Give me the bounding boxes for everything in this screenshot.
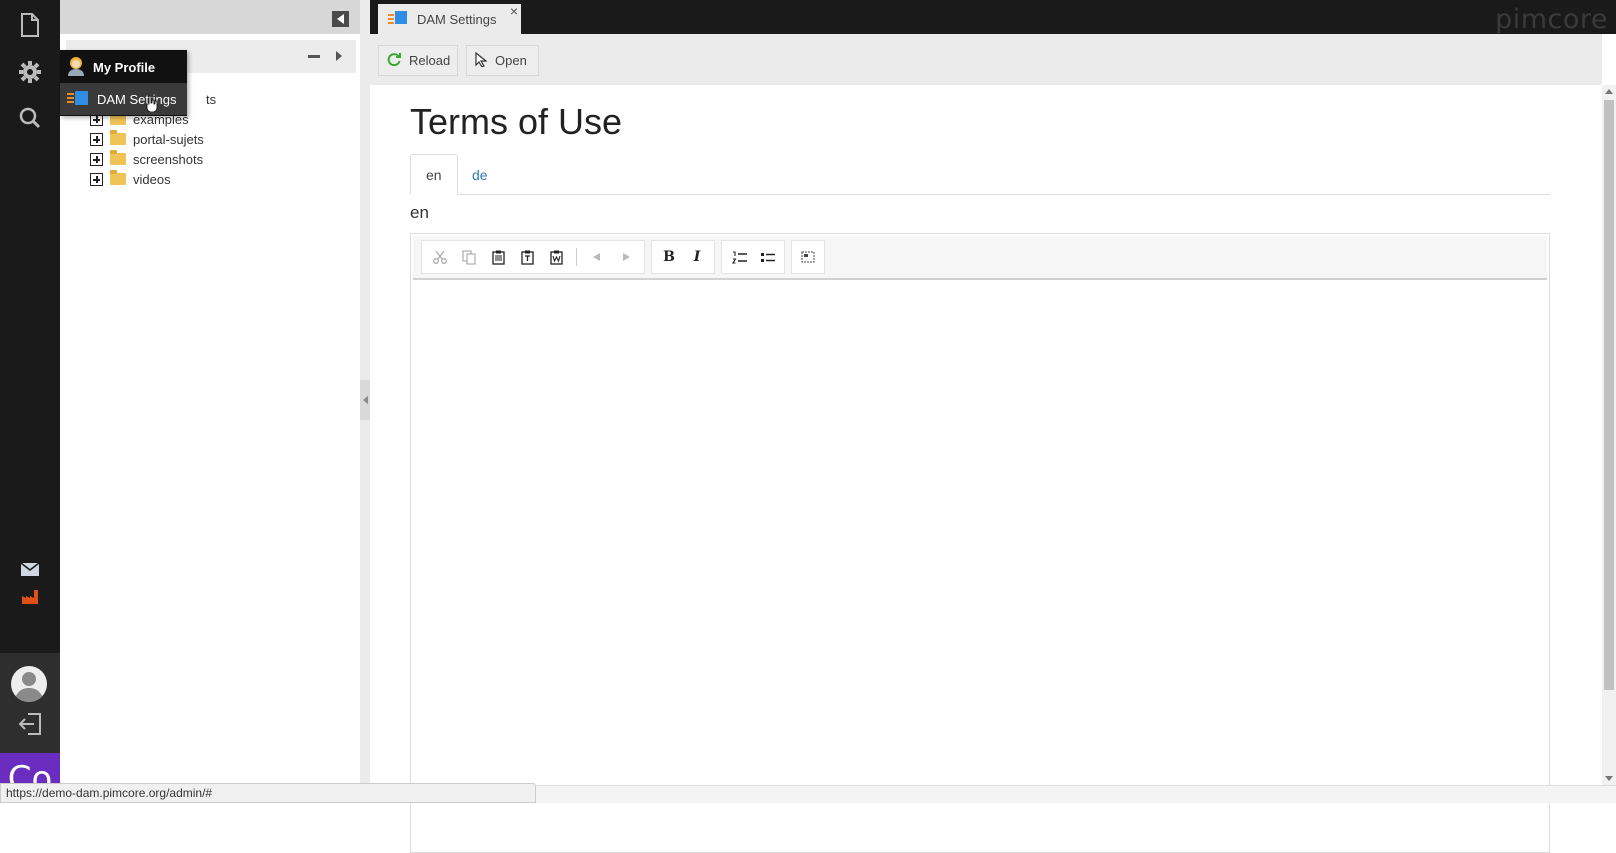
user-avatar-icon[interactable] <box>11 666 47 702</box>
paste-text-icon[interactable] <box>515 244 540 270</box>
hand-cursor-icon <box>145 95 158 115</box>
tree-item-portal-sujets[interactable]: portal-sujets <box>90 129 204 149</box>
italic-icon[interactable]: I <box>685 244 709 270</box>
basic-styles-group: B I <box>651 240 715 274</box>
mail-icon[interactable] <box>0 559 60 579</box>
scroll-up-icon[interactable] <box>1605 89 1613 94</box>
cursor-icon <box>475 51 488 70</box>
scroll-down-icon[interactable] <box>1605 776 1613 781</box>
open-button[interactable]: Open <box>466 45 539 76</box>
folder-icon <box>110 130 126 145</box>
factory-icon[interactable] <box>0 587 60 607</box>
tab-dam-settings[interactable]: DAM Settings × <box>378 4 521 34</box>
tree-panel-topbar <box>60 0 360 34</box>
asset-tree-panel: ts examples portal-sujets screenshots vi… <box>60 0 360 803</box>
toolbar-separator <box>576 248 578 266</box>
tab-bar: DAM Settings × pimcore <box>370 0 1616 35</box>
menu-item-label: DAM Settings <box>97 91 177 107</box>
tree-item-label: screenshots <box>133 151 204 167</box>
bottom-strip <box>536 785 1616 803</box>
collapse-panel-button[interactable] <box>332 11 349 27</box>
pimcore-logo: pimcore <box>1495 4 1608 35</box>
bulleted-list-icon[interactable] <box>755 244 779 270</box>
tab-lang-de[interactable]: de <box>457 154 503 195</box>
open-label: Open <box>495 53 527 68</box>
page-title: Terms of Use <box>410 101 623 142</box>
copy-icon[interactable] <box>456 244 481 270</box>
tree-item-screenshots[interactable]: screenshots <box>90 149 203 169</box>
expand-plus-icon[interactable] <box>90 172 103 186</box>
close-icon[interactable]: × <box>510 4 518 18</box>
search-icon[interactable] <box>0 98 60 138</box>
language-tabs: en de <box>410 154 1550 195</box>
user-context-menu: My Profile DAM Settings <box>60 50 187 116</box>
folder-icon <box>110 150 126 165</box>
tab-lang-en[interactable]: en <box>410 154 458 195</box>
list-group <box>721 240 785 274</box>
expand-arrow-icon[interactable] <box>336 51 342 61</box>
dam-settings-icon <box>67 90 89 109</box>
dam-settings-icon <box>388 10 408 28</box>
expand-plus-icon[interactable] <box>90 152 103 166</box>
collapse-all-icon[interactable] <box>308 55 320 58</box>
undo-icon[interactable] <box>584 244 609 270</box>
menu-item-label: My Profile <box>93 59 156 75</box>
splitter-collapse-handle[interactable] <box>360 380 370 420</box>
expand-plus-icon[interactable] <box>90 132 103 146</box>
user-profile-icon <box>67 56 85 79</box>
vertical-scrollbar[interactable] <box>1602 85 1616 785</box>
folder-icon <box>110 170 126 185</box>
menu-item-dam-settings[interactable]: DAM Settings <box>60 83 187 115</box>
reload-button[interactable]: Reload <box>378 45 458 76</box>
source-group <box>791 240 825 274</box>
tree-item-partial-label: ts <box>206 92 217 107</box>
main-content: Terms of Use en de en B I <box>370 85 1588 853</box>
menu-item-my-profile[interactable]: My Profile <box>60 51 187 83</box>
tree-item-videos[interactable]: videos <box>90 169 171 189</box>
scrollbar-thumb[interactable] <box>1604 100 1614 690</box>
status-url: https://demo-dam.pimcore.org/admin/# <box>0 783 536 803</box>
wysiwyg-toolbar: B I <box>413 236 1547 280</box>
tree-item-label: portal-sujets <box>133 131 204 147</box>
redo-icon[interactable] <box>614 244 639 270</box>
logout-icon[interactable] <box>18 712 42 739</box>
cut-icon[interactable] <box>427 244 452 270</box>
gear-icon[interactable] <box>0 52 60 92</box>
editor-toolbar-bar: Reload Open <box>370 34 1602 85</box>
numbered-list-icon[interactable] <box>727 244 751 270</box>
field-label: en <box>410 203 429 222</box>
reload-icon <box>387 52 401 69</box>
clipboard-group <box>421 240 645 274</box>
source-icon[interactable] <box>795 244 821 270</box>
reload-label: Reload <box>409 53 451 68</box>
paste-word-icon[interactable] <box>544 244 569 270</box>
paste-icon[interactable] <box>486 244 511 270</box>
tree-item-label: videos <box>133 171 171 187</box>
tab-label: DAM Settings <box>417 11 497 27</box>
document-icon[interactable] <box>0 5 60 45</box>
wysiwyg-editor[interactable]: B I <box>410 233 1550 853</box>
bold-icon[interactable]: B <box>657 244 681 270</box>
